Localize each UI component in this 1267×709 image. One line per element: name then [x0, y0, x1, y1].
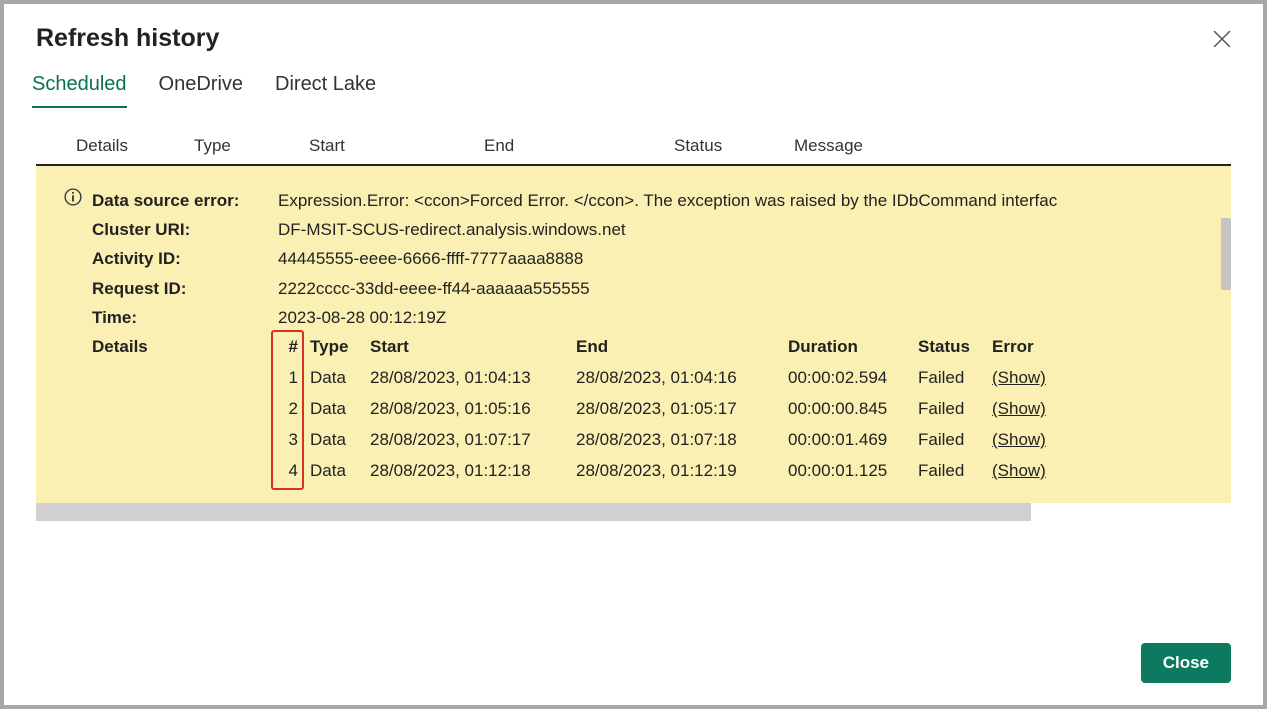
col-end: End — [484, 136, 674, 156]
dt-start: 28/08/2023, 01:05:16 — [370, 394, 576, 425]
history-table-header: Details Type Start End Status Message — [36, 108, 1231, 166]
tab-direct-lake[interactable]: Direct Lake — [275, 73, 376, 108]
value-cluster-uri: DF-MSIT-SCUS-redirect.analysis.windows.n… — [278, 215, 626, 244]
show-error-link[interactable]: (Show) — [992, 425, 1062, 456]
show-error-link[interactable]: (Show) — [992, 363, 1062, 394]
dt-col-end: End — [576, 332, 788, 363]
dt-duration: 00:00:02.594 — [788, 363, 918, 394]
dt-col-start: Start — [370, 332, 576, 363]
refresh-history-modal: Refresh history Scheduled OneDrive Direc… — [4, 4, 1263, 705]
horizontal-scrollbar[interactable] — [36, 503, 1031, 521]
dt-status: Failed — [918, 394, 992, 425]
scroll-area: Data source error: Expression.Error: <cc… — [36, 166, 1231, 623]
dt-status: Failed — [918, 425, 992, 456]
col-details: Details — [76, 136, 194, 156]
close-icon[interactable] — [1213, 30, 1231, 48]
dt-end: 28/08/2023, 01:07:18 — [576, 425, 788, 456]
dt-end: 28/08/2023, 01:12:19 — [576, 456, 788, 487]
dt-col-duration: Duration — [788, 332, 918, 363]
dt-status: Failed — [918, 363, 992, 394]
show-error-link[interactable]: (Show) — [992, 456, 1062, 487]
vertical-scrollbar[interactable] — [1221, 218, 1231, 290]
label-activity-id: Activity ID: — [92, 244, 278, 273]
dt-duration: 00:00:01.125 — [788, 456, 918, 487]
tab-onedrive[interactable]: OneDrive — [159, 73, 243, 108]
dt-start: 28/08/2023, 01:07:17 — [370, 425, 576, 456]
value-request-id: 2222cccc-33dd-eeee-ff44-aaaaaa555555 — [278, 274, 590, 303]
dt-col-error: Error — [992, 332, 1062, 363]
value-data-source-error: Expression.Error: <ccon>Forced Error. </… — [278, 186, 1057, 215]
dt-col-num: # — [278, 332, 310, 363]
dt-col-status: Status — [918, 332, 992, 363]
dt-num: 1 — [278, 363, 310, 394]
modal-header: Refresh history — [4, 4, 1263, 61]
dt-num: 2 — [278, 394, 310, 425]
dt-start: 28/08/2023, 01:04:13 — [370, 363, 576, 394]
dt-type: Data — [310, 456, 370, 487]
col-message: Message — [794, 136, 1191, 156]
label-cluster-uri: Cluster URI: — [92, 215, 278, 244]
label-data-source-error: Data source error: — [92, 186, 278, 215]
dt-type: Data — [310, 425, 370, 456]
dt-status: Failed — [918, 456, 992, 487]
dt-end: 28/08/2023, 01:05:17 — [576, 394, 788, 425]
dt-type: Data — [310, 363, 370, 394]
dt-type: Data — [310, 394, 370, 425]
show-error-link[interactable]: (Show) — [992, 394, 1062, 425]
dt-col-type: Type — [310, 332, 370, 363]
close-button[interactable]: Close — [1141, 643, 1231, 683]
modal-title: Refresh history — [36, 24, 219, 53]
dt-duration: 00:00:01.469 — [788, 425, 918, 456]
col-type: Type — [194, 136, 309, 156]
dt-start: 28/08/2023, 01:12:18 — [370, 456, 576, 487]
dt-duration: 00:00:00.845 — [788, 394, 918, 425]
details-table: # Type Start End Duration Status Error 1… — [278, 332, 1062, 487]
dt-num: 4 — [278, 456, 310, 487]
label-request-id: Request ID: — [92, 274, 278, 303]
error-details-panel: Data source error: Expression.Error: <cc… — [36, 166, 1231, 503]
dt-num: 3 — [278, 425, 310, 456]
tab-scheduled[interactable]: Scheduled — [32, 73, 127, 108]
dt-end: 28/08/2023, 01:04:16 — [576, 363, 788, 394]
col-status: Status — [674, 136, 794, 156]
col-start: Start — [309, 136, 484, 156]
label-time: Time: — [92, 303, 278, 332]
modal-footer: Close — [4, 623, 1263, 705]
tabs: Scheduled OneDrive Direct Lake — [4, 61, 1263, 108]
value-activity-id: 44445555-eeee-6666-ffff-7777aaaa8888 — [278, 244, 583, 273]
value-time: 2023-08-28 00:12:19Z — [278, 303, 446, 332]
info-icon — [64, 188, 82, 206]
label-details: Details — [92, 332, 278, 487]
